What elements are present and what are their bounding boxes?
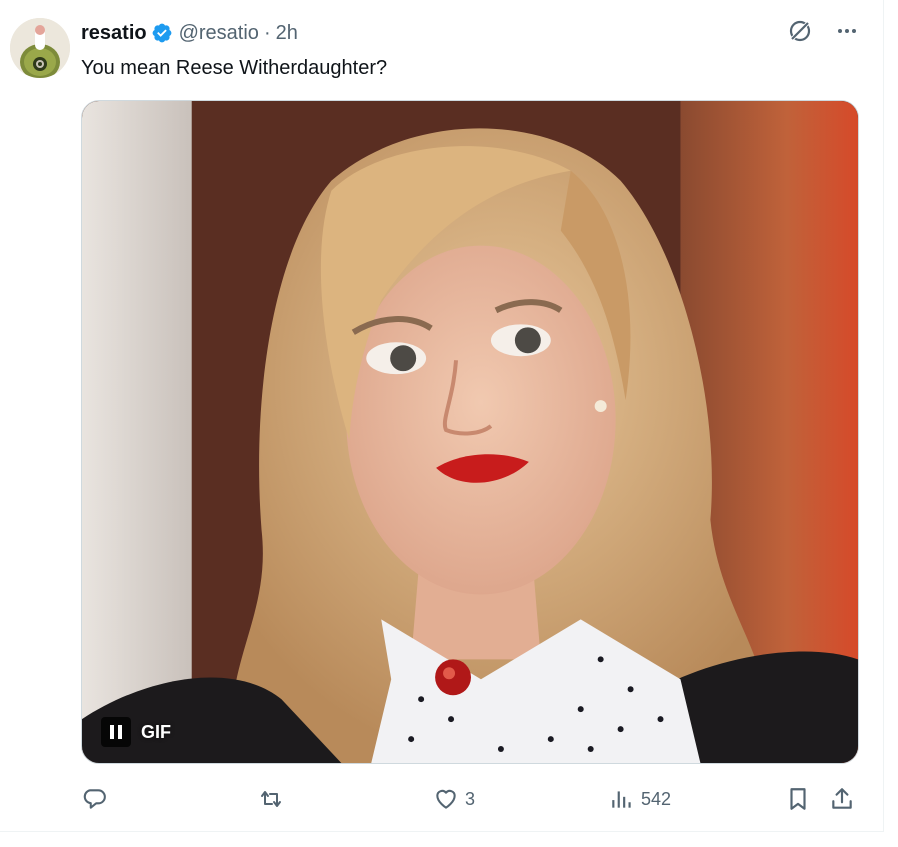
grok-icon[interactable] bbox=[787, 18, 813, 44]
reply-icon bbox=[83, 789, 106, 809]
avatar-image bbox=[10, 18, 70, 78]
gif-badge: GIF bbox=[141, 721, 171, 742]
pause-button[interactable] bbox=[101, 717, 131, 747]
gif-controls: GIF bbox=[101, 717, 171, 747]
separator: · bbox=[263, 21, 271, 44]
views-count: 542 bbox=[641, 788, 672, 809]
share-icon bbox=[832, 788, 852, 809]
reply-button[interactable] bbox=[81, 782, 113, 816]
bookmark-button[interactable] bbox=[785, 782, 811, 816]
like-count: 3 bbox=[465, 788, 476, 809]
bookmark-icon bbox=[790, 788, 806, 810]
views-icon bbox=[612, 791, 631, 808]
views-button[interactable]: 542 bbox=[609, 782, 671, 816]
share-button[interactable] bbox=[829, 782, 855, 816]
author-name[interactable]: resatio bbox=[81, 22, 147, 45]
pause-icon bbox=[110, 725, 122, 739]
like-button[interactable]: 3 bbox=[433, 782, 475, 816]
like-icon bbox=[436, 789, 456, 809]
repost-icon bbox=[261, 791, 281, 807]
gif-frame-image bbox=[82, 101, 858, 763]
tweet-card[interactable]: resatio @resatio · 2h You mean Reese Wit… bbox=[0, 0, 884, 832]
avatar[interactable] bbox=[10, 18, 70, 78]
header-actions bbox=[787, 18, 859, 44]
repost-button[interactable] bbox=[257, 782, 291, 816]
verified-badge-icon bbox=[152, 23, 171, 43]
more-icon[interactable] bbox=[835, 19, 859, 43]
gif-media[interactable]: GIF bbox=[81, 100, 859, 764]
action-bar: 3 542 bbox=[81, 782, 859, 816]
tweet-text: You mean Reese Witherdaughter? bbox=[81, 57, 388, 79]
tweet-header: resatio @resatio · 2h bbox=[81, 20, 298, 46]
timestamp[interactable]: 2h bbox=[276, 22, 298, 45]
author-handle[interactable]: @resatio bbox=[179, 22, 259, 45]
